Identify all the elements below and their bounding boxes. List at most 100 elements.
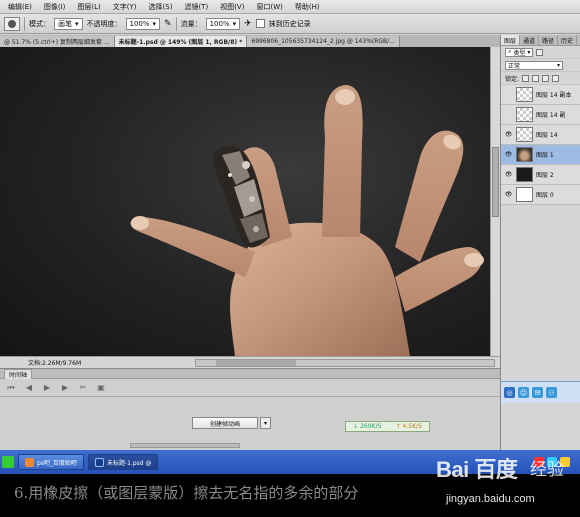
mode-select[interactable]: 画笔 ▾ bbox=[54, 17, 83, 30]
filter-pixel-icon[interactable] bbox=[536, 48, 544, 56]
browser-icon bbox=[25, 457, 34, 467]
layer-name: 图层 14 副 bbox=[536, 112, 566, 119]
search-icon: ⌕ bbox=[508, 48, 512, 55]
flow-value: 100% bbox=[209, 19, 230, 28]
menu-item[interactable]: 选择(S) bbox=[143, 2, 179, 12]
layer-name: 图层 1 bbox=[536, 152, 554, 159]
eye-icon[interactable]: 👁 bbox=[504, 150, 513, 159]
menu-item[interactable]: 窗口(W) bbox=[250, 2, 288, 12]
layer-list: 图层 14 副本 图层 14 副 👁 图层 14 👁 图层 1 👁 图层 2 👁 图层 0 bbox=[501, 85, 580, 205]
taskbar-item-photoshop[interactable]: 未标题-1.psd @ bbox=[87, 454, 159, 470]
lock-all-icon[interactable] bbox=[552, 74, 560, 82]
lock-position-icon[interactable] bbox=[542, 74, 550, 82]
layer-row[interactable]: 图层 14 副本 bbox=[501, 85, 580, 105]
timeline-header: 时间轴 bbox=[0, 368, 500, 379]
layers-panel: 图层 通道 路径 历史 ⌕ 类型 ▾ 正常 ▾ 锁定: 图层 14 副本 图层 14 副… bbox=[500, 35, 580, 450]
chevron-down-icon[interactable]: ▾ bbox=[260, 417, 271, 429]
menu-bar: 编辑(E) 图像(I) 图层(L) 文字(Y) 选择(S) 滤镜(T) 视图(V) 窗口(W)… bbox=[0, 0, 580, 14]
vertical-scrollbar[interactable] bbox=[490, 47, 500, 356]
start-icon[interactable] bbox=[2, 456, 14, 468]
horizontal-scrollbar[interactable] bbox=[195, 359, 495, 367]
eraser-tool-icon[interactable] bbox=[4, 16, 20, 31]
play-icon[interactable]: ▶ bbox=[42, 383, 52, 392]
first-frame-icon[interactable]: ⏮ bbox=[6, 383, 16, 393]
scroll-thumb[interactable] bbox=[216, 360, 296, 366]
pressure-opacity-icon[interactable]: ✎ bbox=[164, 19, 172, 29]
timeline-controls: ⏮ ◀ ▶ ▶ ✂ ▣ bbox=[0, 379, 500, 397]
tab-channels[interactable]: 通道 bbox=[520, 35, 540, 45]
layer-row[interactable]: 👁 图层 0 bbox=[501, 185, 580, 205]
mode-value: 画笔 bbox=[58, 19, 72, 28]
step-caption: 6.用橡皮擦（或图层蒙版）擦去无名指的多余的部分 bbox=[0, 474, 580, 517]
scroll-thumb[interactable] bbox=[492, 147, 499, 217]
eye-icon[interactable]: 👁 bbox=[504, 170, 513, 179]
layer-filter-row: ⌕ 类型 ▾ bbox=[501, 46, 580, 59]
eye-icon[interactable]: 👁 bbox=[504, 130, 513, 139]
layer-row[interactable]: 图层 14 副 bbox=[501, 105, 580, 125]
frame-icon[interactable]: ▣ bbox=[96, 383, 106, 392]
menu-item[interactable]: 图层(L) bbox=[71, 2, 106, 12]
eye-icon[interactable] bbox=[504, 90, 513, 99]
app-icon[interactable]: ◎ bbox=[504, 387, 515, 398]
menu-item[interactable]: 滤镜(T) bbox=[178, 2, 214, 12]
layer-thumbnail bbox=[516, 167, 533, 182]
divider bbox=[175, 16, 177, 31]
mode-label: 模式： bbox=[29, 19, 50, 28]
layer-thumbnail bbox=[516, 147, 533, 162]
tray-icon[interactable] bbox=[547, 457, 557, 467]
prev-frame-icon[interactable]: ◀ bbox=[24, 383, 34, 392]
lock-transparent-icon[interactable] bbox=[522, 74, 530, 82]
taskbar-item-browser[interactable]: ps吧_百度贴吧 bbox=[18, 454, 84, 470]
layer-name: 图层 0 bbox=[536, 192, 554, 199]
eye-icon[interactable] bbox=[504, 110, 513, 119]
hand-image bbox=[130, 85, 484, 356]
lock-image-icon[interactable] bbox=[532, 74, 540, 82]
eye-icon[interactable]: 👁 bbox=[504, 190, 513, 199]
kind-filter-select[interactable]: ⌕ 类型 ▾ bbox=[505, 47, 534, 57]
timeline-scrollbar[interactable] bbox=[130, 443, 240, 448]
flow-input[interactable]: 100% ▾ bbox=[205, 17, 241, 30]
tray-icon[interactable] bbox=[534, 457, 544, 467]
chat-icon[interactable]: ✉ bbox=[532, 387, 543, 398]
group-icon[interactable]: ⚇ bbox=[546, 387, 557, 398]
tab-paths[interactable]: 路径 bbox=[539, 35, 559, 45]
next-frame-icon[interactable]: ▶ bbox=[60, 383, 70, 392]
blend-mode-value: 正常 bbox=[508, 62, 521, 70]
layer-thumbnail bbox=[516, 87, 533, 102]
tab-document-1[interactable]: @ 51.7% (5.ctrl+) 复制两层细发套 ... bbox=[0, 36, 115, 47]
menu-item[interactable]: 编辑(E) bbox=[2, 2, 38, 12]
tab-layers[interactable]: 图层 bbox=[501, 35, 521, 45]
opacity-input[interactable]: 100% ▾ bbox=[125, 17, 161, 30]
layer-thumbnail bbox=[516, 187, 533, 202]
upload-speed: ↑ 4.5K/S bbox=[395, 423, 422, 430]
menu-item[interactable]: 文字(Y) bbox=[107, 2, 143, 12]
timeline-title[interactable]: 时间轴 bbox=[4, 368, 33, 379]
tab-document-2[interactable]: 未标题-1.psd @ 149% (图层 1, RGB/8) * bbox=[114, 36, 248, 47]
document-canvas[interactable] bbox=[0, 47, 490, 356]
menu-item[interactable]: 图像(I) bbox=[38, 2, 72, 12]
scissors-icon[interactable]: ✂ bbox=[78, 383, 88, 392]
timeline-panel: 时间轴 ⏮ ◀ ▶ ▶ ✂ ▣ 创建帧动画 ▾ ↓ 269K/S ↑ 4.5K/… bbox=[0, 368, 500, 450]
chevron-down-icon: ▾ bbox=[75, 19, 79, 28]
document-tabs: @ 51.7% (5.ctrl+) 复制两层细发套 ... 未标题-1.psd … bbox=[0, 35, 500, 47]
layer-row[interactable]: 👁 图层 2 bbox=[501, 165, 580, 185]
erase-history-label: 抹到历史记录 bbox=[268, 19, 311, 28]
chevron-down-icon: ▾ bbox=[232, 19, 237, 28]
network-speed-widget: ↓ 269K/S ↑ 4.5K/S bbox=[345, 421, 430, 432]
tray-icon[interactable] bbox=[560, 457, 570, 467]
create-frame-animation-button[interactable]: 创建帧动画 bbox=[192, 417, 258, 429]
document-size: 文档:2.26M/9.76M bbox=[28, 360, 82, 367]
blend-mode-select[interactable]: 正常 ▾ bbox=[505, 60, 563, 70]
layer-row[interactable]: 👁 图层 14 bbox=[501, 125, 580, 145]
user-icon[interactable]: ☺ bbox=[518, 387, 529, 398]
tab-history[interactable]: 历史 bbox=[558, 35, 578, 45]
airbrush-icon[interactable]: ✈ bbox=[244, 19, 252, 29]
erase-history-checkbox[interactable] bbox=[255, 19, 265, 28]
menu-item[interactable]: 帮助(H) bbox=[289, 2, 326, 12]
opacity-label: 不透明度： bbox=[86, 19, 122, 28]
blend-mode-row: 正常 ▾ bbox=[501, 59, 580, 72]
tab-document-3[interactable]: 6996806_105635734124_2.jpg @ 143%(RGB/..… bbox=[247, 36, 400, 47]
menu-item[interactable]: 视图(V) bbox=[214, 2, 250, 12]
layer-row[interactable]: 👁 图层 1 bbox=[501, 145, 580, 165]
kind-filter-value: 类型 bbox=[513, 49, 526, 57]
